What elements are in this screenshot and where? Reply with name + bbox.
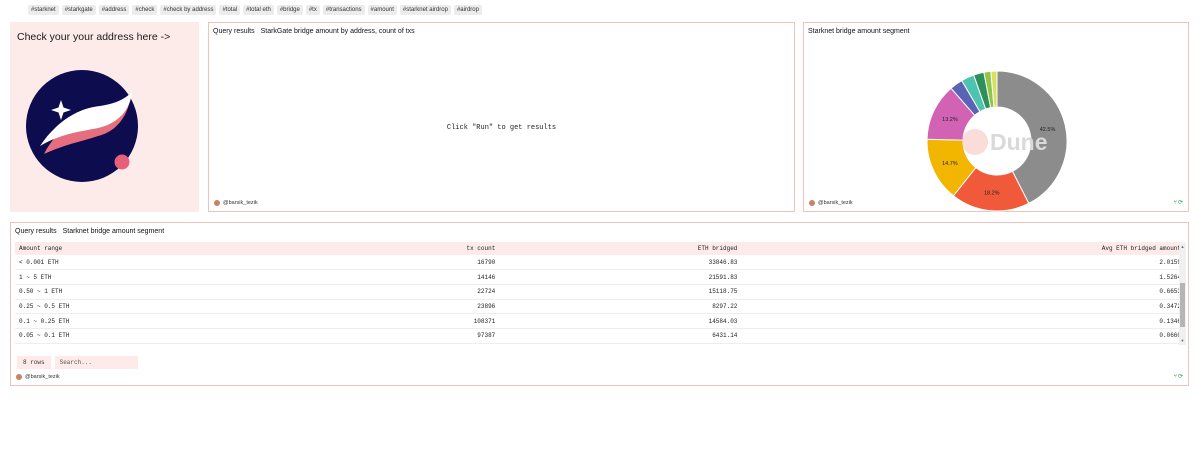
table-row: 0.1 ~ 0.25 ETH 108371 14584.03 0.1346 — [15, 313, 1185, 329]
table-cell: 1.5264 — [741, 269, 1185, 285]
tag[interactable]: #amount — [367, 5, 397, 15]
table-row: 0.50 ~ 1 ETH 22724 15118.75 0.6653 — [15, 284, 1185, 300]
table-cell: < 0.001 ETH — [15, 255, 313, 271]
table-header-row: Amount range tx count ETH bridged Avg ETH b… — [15, 242, 1185, 255]
tag[interactable]: #bridge — [276, 5, 303, 15]
tag[interactable]: #starknet — [28, 5, 59, 15]
panel-label: Query results — [213, 28, 255, 35]
search-input[interactable] — [54, 356, 138, 369]
fork-icon[interactable]: ⑂ — [1173, 200, 1177, 206]
table-cell: 15118.75 — [499, 284, 742, 300]
scroll-down-icon[interactable]: ▼ — [1179, 338, 1186, 344]
column-header[interactable]: tx count — [312, 242, 499, 255]
starknet-logo — [26, 70, 138, 182]
table-cell: 0.1346 — [741, 313, 1185, 329]
chart-panel: Starknet bridge amount segment 42.5% 18.2… — [803, 22, 1189, 212]
author[interactable]: @barsik_tezik — [809, 200, 853, 206]
table-cell: 0.3472 — [741, 299, 1185, 315]
author[interactable]: @barsik_tezik — [214, 200, 258, 206]
table-cell: 16790 — [312, 255, 500, 271]
table-cell: 0.0660 — [741, 328, 1185, 344]
text-panel: Check your your address here -> — [10, 22, 199, 212]
results-table-wrap: Amount range tx count ETH bridged Avg ETH b… — [15, 242, 1191, 345]
refresh-icon[interactable]: ⟳ — [1178, 200, 1183, 206]
table-cell: 14584.03 — [499, 313, 742, 329]
tag[interactable]: #starknet airdrop — [399, 5, 451, 15]
table-row: < 0.001 ETH 16790 33846.83 2.0159 — [15, 255, 1185, 271]
table-title[interactable]: Starknet bridge amount segment — [63, 228, 165, 235]
tag[interactable]: #check — [132, 5, 158, 15]
scroll-up-icon[interactable]: ▲ — [1179, 244, 1186, 250]
donut-chart: 42.5%18.2%14.7%13.2% Dune — [926, 70, 1068, 212]
table-cell: 0.05 ~ 0.1 ETH — [15, 328, 313, 344]
refresh-icon[interactable]: ⟳ — [1178, 374, 1183, 380]
table-scrollbar[interactable]: ▲ ▼ — [1179, 243, 1186, 345]
column-header[interactable]: Avg ETH bridged amount — [741, 242, 1185, 255]
table-cell: 8297.22 — [499, 299, 742, 315]
tag[interactable]: #starkgate — [61, 5, 96, 15]
table-cell: 0.50 ~ 1 ETH — [15, 284, 313, 300]
table-panel: Query results Starknet bridge amount seg… — [10, 222, 1189, 386]
row-count: 8 rows — [17, 356, 51, 369]
table-cell: 21591.83 — [499, 269, 742, 285]
table-cell: 0.25 ~ 0.5 ETH — [15, 299, 313, 315]
column-header[interactable]: ETH bridged — [499, 242, 741, 255]
panel-title: Query results StarkGate bridge amount by… — [213, 28, 415, 35]
watermark: Dune — [990, 129, 1048, 155]
avatar — [16, 374, 22, 380]
table-cell: 0.1 ~ 0.25 ETH — [15, 313, 313, 329]
avatar — [214, 200, 220, 206]
panel-actions: ⑂ ⟳ — [1173, 374, 1183, 380]
fork-icon[interactable]: ⑂ — [1173, 374, 1177, 380]
tag[interactable]: #tx — [305, 5, 320, 15]
table-cell: 22724 — [312, 284, 500, 300]
avatar — [809, 200, 815, 206]
tag[interactable]: #check by address — [160, 5, 217, 15]
tag[interactable]: #transactions — [322, 5, 365, 15]
scroll-thumb[interactable] — [1180, 283, 1185, 327]
slice-label: 13.2% — [942, 117, 958, 123]
table-cell: 97387 — [312, 328, 500, 344]
table-cell: 33846.83 — [499, 255, 742, 271]
tag-list: #starknet #starkgate #address #check #check … — [28, 5, 482, 15]
panel-title: Query results Starknet bridge amount seg… — [15, 228, 164, 235]
table-row: 1 ~ 5 ETH 14146 21591.83 1.5264 — [15, 269, 1185, 285]
table-row: 0.05 ~ 0.1 ETH 97387 6431.14 0.0660 — [15, 328, 1185, 344]
results-table: Amount range tx count ETH bridged Avg ETH b… — [15, 242, 1185, 344]
author-name[interactable]: @barsik_tezik — [818, 200, 853, 206]
table-footer: 8 rows — [17, 356, 138, 369]
panel-actions: ⑂ ⟳ — [1173, 200, 1183, 206]
table-cell: 23896 — [312, 299, 500, 315]
author[interactable]: @barsik_tezik — [16, 374, 60, 380]
run-message: Click "Run" to get results — [446, 124, 557, 132]
table-cell: 108371 — [312, 313, 500, 329]
table-cell: 2.0159 — [741, 255, 1185, 271]
table-cell: 0.6653 — [741, 284, 1185, 300]
table-cell: 14146 — [312, 269, 500, 285]
table-cell: 6431.14 — [499, 328, 742, 344]
author-name[interactable]: @barsik_tezik — [25, 374, 60, 380]
slice-label: 18.2% — [984, 191, 1000, 197]
panel-label: Query results — [15, 228, 57, 235]
panel-heading: Check your your address here -> — [17, 31, 171, 43]
query-results-panel: Query results StarkGate bridge amount by… — [208, 22, 795, 212]
tag[interactable]: #airdrop — [453, 5, 482, 15]
query-title[interactable]: StarkGate bridge amount by address, coun… — [261, 28, 415, 35]
column-header[interactable]: Amount range — [15, 242, 312, 255]
tag[interactable]: #total — [219, 5, 241, 15]
tag[interactable]: #total eth — [243, 5, 274, 15]
tag[interactable]: #address — [98, 5, 130, 15]
table-cell: 1 ~ 5 ETH — [15, 269, 313, 285]
slice-label: 14.7% — [942, 161, 958, 167]
author-name[interactable]: @barsik_tezik — [223, 200, 258, 206]
table-row: 0.25 ~ 0.5 ETH 23896 8297.22 0.3472 — [15, 299, 1185, 315]
watermark-icon — [962, 129, 988, 155]
